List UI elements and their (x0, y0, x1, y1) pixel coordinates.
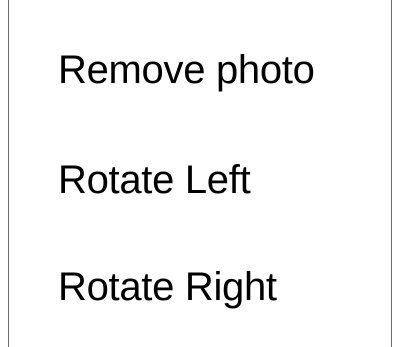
rotate-right-menu-item[interactable]: Rotate Right (58, 252, 277, 322)
photo-context-menu: Remove photo Rotate Left Rotate Right (8, 0, 392, 347)
rotate-left-menu-item[interactable]: Rotate Left (58, 145, 251, 215)
remove-photo-menu-item[interactable]: Remove photo (58, 35, 315, 105)
